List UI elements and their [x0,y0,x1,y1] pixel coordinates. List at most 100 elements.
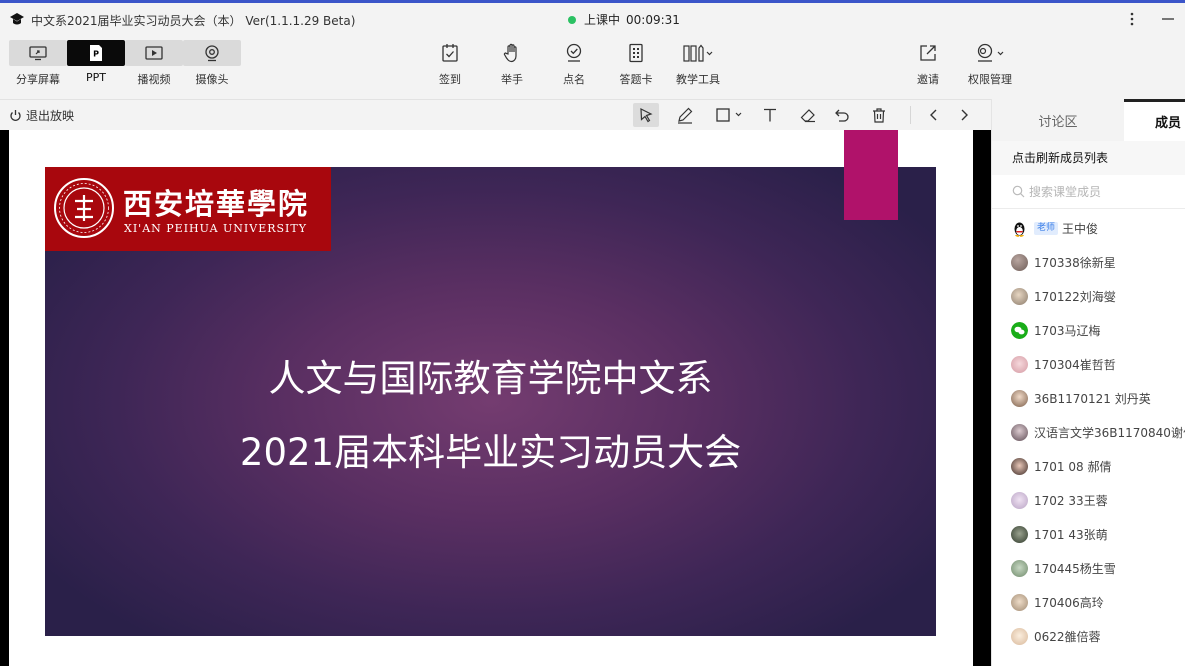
ppt-label: PPT [86,71,106,84]
share-screen-label: 分享屏幕 [16,73,60,86]
member-name: 170338徐新星 [1034,255,1116,270]
prev-page-button[interactable] [921,103,947,127]
pen-icon [678,107,693,124]
ppt-button[interactable]: P PPT [67,40,125,88]
teacher-badge: 老师 [1034,221,1059,235]
pointer-tool[interactable] [633,103,659,127]
title-bar: 中文系2021届毕业实习动员大会（本） Ver(1.1.1.29 Beta) 上… [0,0,1185,40]
tab-members[interactable]: 成员 [1124,99,1185,141]
qq-penguin-avatar-icon [1014,222,1025,237]
avatar [1011,491,1028,509]
member-name: 0622雒倍蓉 [1034,629,1101,644]
member-name: 36B1170121 刘丹英 [1034,391,1151,406]
class-timer: 00:09:31 [626,12,680,27]
panel-tabs: 讨论区 成员 [992,99,1185,141]
permission-button[interactable]: 权限管理 [961,40,1019,88]
answer-card-label: 答题卡 [619,73,653,86]
avatar [1011,627,1028,645]
member-name: 170304崔哲哲 [1034,357,1116,372]
member-name: 170122刘海燮 [1034,289,1116,304]
exit-icon [10,110,21,121]
avatar [1011,593,1028,611]
delete-tool[interactable] [866,103,892,127]
presentation-stage: 西安培華學院 XI'AN PEIHUA UNIVERSITY 人文与国际教育学院… [0,130,991,666]
avatar [1011,423,1028,441]
pointer-icon [640,108,653,123]
play-video-icon [145,46,163,60]
classroom-app: 中文系2021届毕业实习动员大会（本） Ver(1.1.1.29 Beta) 上… [0,0,1185,666]
permission-label: 权限管理 [968,73,1012,86]
member-item[interactable]: 170122刘海燮 [992,279,1185,313]
undo-icon [835,109,849,122]
member-item[interactable]: 170406高玲 [992,585,1185,619]
member-item[interactable]: 36B1170121 刘丹英 [992,381,1185,415]
sign-in-button[interactable]: 签到 [421,40,479,88]
member-item[interactable]: 老师 王中俊 [992,211,1185,245]
sign-in-icon [442,44,458,62]
annotation-bar: 退出放映 [0,99,991,130]
slide-title-line-2: 2021届本科毕业实习动员大会 [239,431,742,474]
member-search [992,175,1185,209]
minimize-icon[interactable] [1159,10,1177,28]
permission-icon [977,43,1004,62]
raise-hand-label: 举手 [501,73,523,86]
member-search-input[interactable] [1029,184,1179,199]
member-item[interactable]: 汉语言文学36B1170840谢佳 [992,415,1185,449]
member-item[interactable]: 1703马辽梅 [992,313,1185,347]
main-toolbar: 分享屏幕 P PPT 播视频 摄像头 签到 举手 点名 答题卡 教学工具 邀请 … [0,40,1185,98]
member-item[interactable]: 0622雒倍蓉 [992,619,1185,653]
member-name: 王中俊 [1062,221,1099,236]
play-video-label: 播视频 [137,73,171,86]
next-page-button[interactable] [951,103,977,127]
roll-call-icon [566,43,582,62]
member-item[interactable]: 170338徐新星 [992,245,1185,279]
member-item[interactable]: 170445杨生雪 [992,551,1185,585]
member-name: 汉语言文学36B1170840谢佳 [1034,425,1185,440]
avatar [1011,457,1028,475]
answer-card-icon [629,43,643,63]
search-icon [1012,185,1025,198]
avatar [1011,559,1028,577]
slide: 西安培華學院 XI'AN PEIHUA UNIVERSITY 人文与国际教育学院… [45,167,936,636]
invite-label: 邀请 [917,73,939,86]
refresh-member-list-button[interactable]: 点击刷新成员列表 [992,141,1185,175]
exit-slideshow-button[interactable]: 退出放映 [9,107,74,124]
invite-button[interactable]: 邀请 [899,40,957,88]
university-logo-banner: 西安培華學院 XI'AN PEIHUA UNIVERSITY [45,167,331,251]
roll-call-button[interactable]: 点名 [545,40,603,88]
answer-card-button[interactable]: 答题卡 [607,40,665,88]
text-tool[interactable] [757,103,783,127]
tab-discussion[interactable]: 讨论区 [992,99,1124,141]
webcam-button[interactable]: 摄像头 [183,40,241,88]
pen-tool[interactable] [672,103,698,127]
bookmark-ribbon [844,130,898,220]
member-item[interactable]: 1702 33王蓉 [992,483,1185,517]
member-name: 1701 43张萌 [1034,527,1108,542]
member-name: 1702 33王蓉 [1034,493,1108,508]
rectangle-icon [716,108,742,122]
roll-call-label: 点名 [563,73,585,86]
eraser-icon [800,109,815,123]
play-video-button[interactable]: 播视频 [125,40,183,88]
member-item[interactable]: 1701 08 郝倩 [992,449,1185,483]
raise-hand-icon [503,43,517,63]
university-name-english: XI'AN PEIHUA UNIVERSITY [124,222,307,235]
member-item[interactable]: 1701 43张萌 [992,517,1185,551]
exit-slideshow-label: 退出放映 [26,109,75,123]
prev-page-icon [930,109,937,121]
live-status: 上课中 00:09:31 [568,11,680,28]
avatar [1011,389,1028,407]
share-screen-button[interactable]: 分享屏幕 [9,40,67,88]
member-item[interactable]: 170304崔哲哲 [992,347,1185,381]
shape-tool[interactable] [712,103,748,127]
toolbar-divider [910,106,911,124]
webcam-label: 摄像头 [195,73,229,86]
undo-tool[interactable] [829,103,855,127]
more-menu-icon[interactable] [1124,10,1140,28]
slide-page: 西安培華學院 XI'AN PEIHUA UNIVERSITY 人文与国际教育学院… [9,130,973,666]
avatar [1011,253,1028,271]
window-title: 中文系2021届毕业实习动员大会（本） Ver(1.1.1.29 Beta) [31,14,356,28]
teaching-tools-button[interactable]: 教学工具 [669,40,727,88]
raise-hand-button[interactable]: 举手 [483,40,541,88]
eraser-tool[interactable] [795,103,821,127]
